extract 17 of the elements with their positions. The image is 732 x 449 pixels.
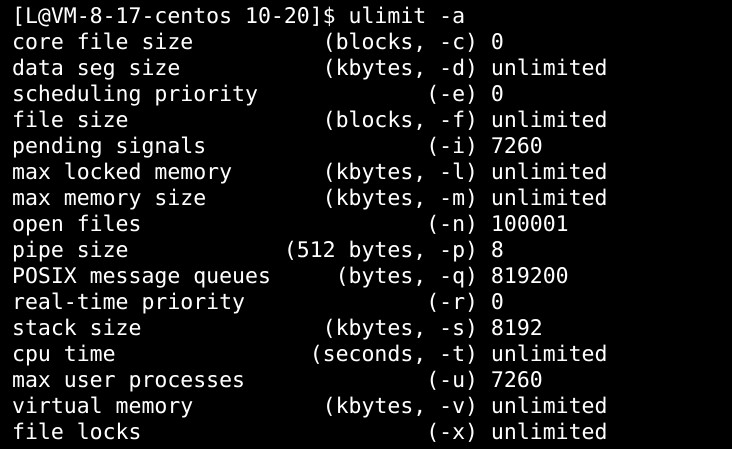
output-line: POSIX message queues (bytes, -q) 819200 <box>12 264 569 290</box>
output-line: pipe size (512 bytes, -p) 8 <box>12 238 504 264</box>
output-line: file locks (-x) unlimited <box>12 420 608 446</box>
output-line: open files (-n) 100001 <box>12 212 569 238</box>
output-line: max memory size (kbytes, -m) unlimited <box>12 186 608 212</box>
command-line: [L@VM-8-17-centos 10-20]$ ulimit -a <box>12 4 466 30</box>
output-line: file size (blocks, -f) unlimited <box>12 108 608 134</box>
output-line: core file size (blocks, -c) 0 <box>12 30 504 56</box>
output-line: max locked memory (kbytes, -l) unlimited <box>12 160 608 186</box>
output-line: stack size (kbytes, -s) 8192 <box>12 316 543 342</box>
output-line: virtual memory (kbytes, -v) unlimited <box>12 394 608 420</box>
output-line: pending signals (-i) 7260 <box>12 134 543 160</box>
output-line: scheduling priority (-e) 0 <box>12 82 504 108</box>
output-line: cpu time (seconds, -t) unlimited <box>12 342 608 368</box>
output-line: real-time priority (-r) 0 <box>12 290 504 316</box>
output-line: data seg size (kbytes, -d) unlimited <box>12 56 608 82</box>
output-line: max user processes (-u) 7260 <box>12 368 543 394</box>
